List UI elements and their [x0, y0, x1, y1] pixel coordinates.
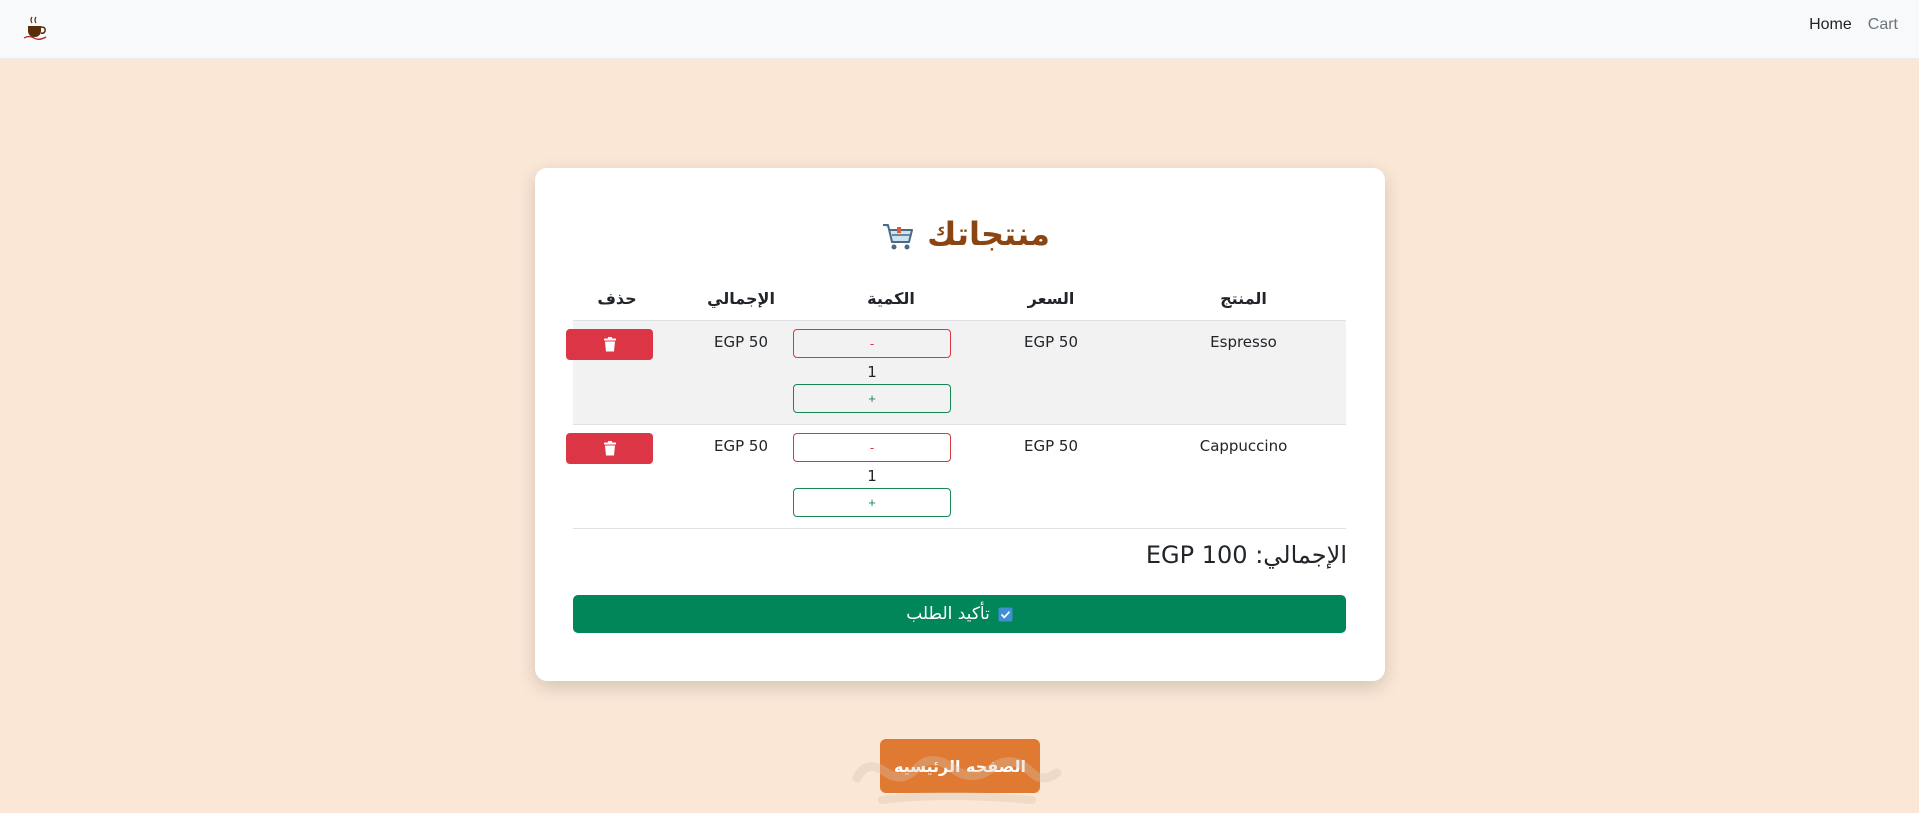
product-price: 50 EGP: [1023, 333, 1079, 351]
coffee-logo-icon[interactable]: [18, 8, 52, 42]
nav-home-link[interactable]: Home: [1809, 13, 1852, 37]
increase-quantity-button[interactable]: +: [793, 384, 951, 413]
grand-total: الإجمالي: 100 EGP: [1145, 541, 1347, 569]
confirm-order-button[interactable]: تأكيد الطلب: [573, 595, 1346, 633]
nav-cart-link[interactable]: Cart: [1868, 13, 1898, 37]
trash-icon: [603, 337, 616, 352]
shopping-cart-icon: [883, 224, 914, 250]
delete-button[interactable]: [566, 433, 653, 464]
table-row: Cappuccino 50 EGP - 1 + 50 EGP: [566, 425, 1346, 529]
product-name: Cappuccino: [1199, 437, 1288, 455]
increase-quantity-button[interactable]: +: [793, 488, 951, 517]
quantity-value: 1: [867, 467, 877, 485]
check-box-icon: [998, 607, 1013, 621]
trash-icon: [603, 441, 616, 456]
cart-card: منتجاتك المنتج السعر الكمية الإجمالي حذف…: [535, 168, 1385, 681]
product-name: Espresso: [1210, 333, 1277, 351]
delete-button[interactable]: [566, 329, 653, 360]
header-price: السعر: [1027, 289, 1075, 308]
home-page-button[interactable]: الصفحه الرئيسيه: [880, 739, 1040, 793]
header-quantity: الكمية: [867, 289, 915, 308]
header-product: المنتج: [1220, 289, 1267, 308]
quantity-control: - 1 +: [793, 425, 961, 528]
page-title-text: منتجاتك: [927, 215, 1050, 253]
row-total: 50 EGP: [713, 333, 769, 351]
row-total: 50 EGP: [713, 437, 769, 455]
product-price: 50 EGP: [1023, 437, 1079, 455]
quantity-control: - 1 +: [793, 321, 961, 424]
table-row: Espresso 50 EGP - 1 + 50 EGP: [566, 321, 1346, 425]
quantity-value: 1: [867, 363, 877, 381]
table-header: المنتج السعر الكمية الإجمالي حذف: [573, 283, 1346, 321]
header-delete: حذف: [597, 289, 637, 308]
confirm-order-label: تأكيد الطلب: [906, 604, 990, 624]
page-title: منتجاتك: [535, 212, 1385, 256]
delete-cell: [566, 425, 661, 528]
navbar: Home Cart: [0, 0, 1919, 59]
cart-table: المنتج السعر الكمية الإجمالي حذف Espress…: [566, 283, 1346, 529]
delete-cell: [566, 321, 661, 424]
header-total: الإجمالي: [707, 289, 775, 308]
